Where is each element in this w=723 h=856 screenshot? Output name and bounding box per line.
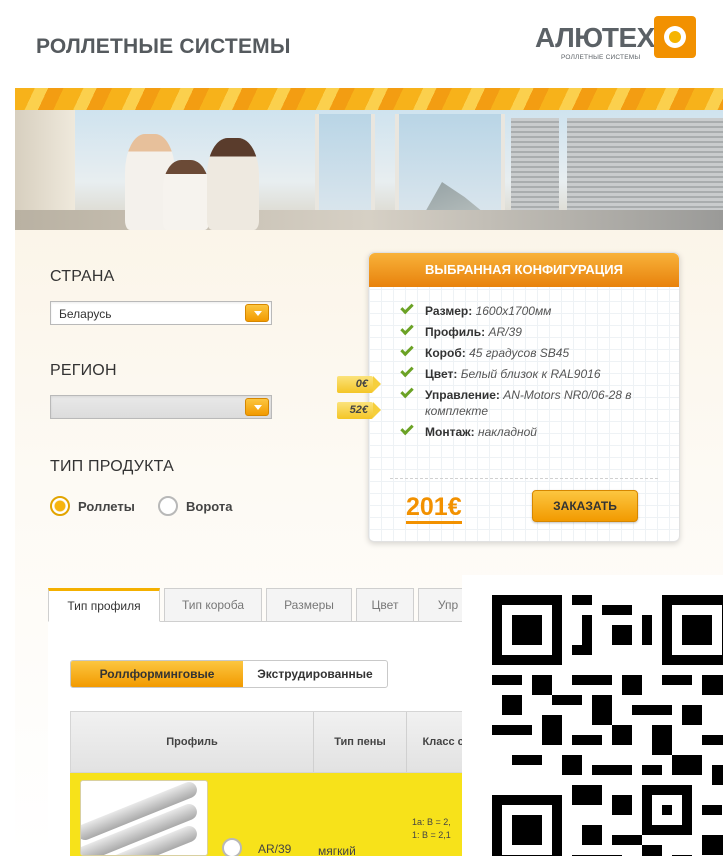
region-label: РЕГИОН (50, 362, 117, 379)
profile-type-switch: Роллформинговые Экструдированные (70, 660, 388, 688)
logo-text: АЛЮТЕХ (535, 22, 655, 53)
price-tag-control: 52€ (337, 402, 381, 419)
config-item: Короб: 45 градусов SB45 (399, 342, 669, 361)
tab-sizes[interactable]: Размеры (266, 588, 352, 622)
tab-profile-type[interactable]: Тип профиля (48, 588, 160, 622)
foam-type: мягкий (318, 844, 356, 856)
product-type-label: ТИП ПРОДУКТА (50, 458, 174, 475)
extruded-button[interactable]: Экструдированные (243, 661, 387, 687)
check-icon (400, 300, 414, 315)
config-divider (390, 478, 658, 479)
radio-rollers-label[interactable]: Роллеты (78, 499, 135, 514)
check-icon (400, 421, 414, 436)
configuration-list: Размер: 1600x1700мм Профиль: AR/39 Короб… (399, 300, 669, 445)
column-header-foam: Тип пены (314, 712, 407, 772)
people-illustration (115, 124, 295, 230)
price-tag-color: 0€ (337, 376, 381, 393)
column-header-profile: Профиль (71, 712, 314, 772)
config-item: Монтаж: накладной (399, 421, 669, 440)
config-item: Цвет: Белый близок к RAL9016 (399, 363, 669, 382)
logo-icon (654, 16, 696, 58)
page-title: РОЛЛЕТНЫЕ СИСТЕМЫ (36, 35, 291, 58)
profile-image (80, 780, 208, 856)
radio-gates-label[interactable]: Ворота (186, 499, 232, 514)
region-select[interactable] (50, 395, 272, 419)
check-icon (400, 363, 414, 378)
class-line: 1: B = 2,1 (412, 830, 451, 840)
profile-name: AR/39 (258, 842, 292, 856)
config-item: Размер: 1600x1700мм (399, 300, 669, 319)
config-item: Профиль: AR/39 (399, 321, 669, 340)
config-item: Управление: AN-Motors NR0/06-28 в компле… (399, 384, 669, 419)
radio-rollers[interactable] (50, 496, 70, 516)
check-icon (400, 384, 414, 399)
total-price: 201€ (406, 493, 462, 524)
class-line: 1a: B = 2, (412, 817, 451, 827)
check-icon (400, 342, 414, 357)
country-select[interactable]: Беларусь (50, 301, 272, 325)
decorative-stripe (15, 88, 723, 110)
logo-subtitle: РОЛЛЕТНЫЕ СИСТЕМЫ (561, 54, 641, 61)
chevron-down-icon[interactable] (245, 398, 269, 416)
country-label: СТРАНА (50, 268, 115, 285)
chevron-down-icon[interactable] (245, 304, 269, 322)
tab-box-type[interactable]: Тип короба (164, 588, 262, 622)
header: РОЛЛЕТНЫЕ СИСТЕМЫ АЛЮТЕХ РОЛЛЕТНЫЕ СИСТЕ… (0, 0, 723, 88)
qr-code (462, 575, 723, 856)
profile-radio[interactable] (222, 838, 242, 856)
logo[interactable]: АЛЮТЕХ РОЛЛЕТНЫЕ СИСТЕМЫ (535, 16, 715, 66)
order-button[interactable]: ЗАКАЗАТЬ (532, 490, 638, 522)
country-select-value: Беларусь (59, 307, 112, 321)
check-icon (400, 321, 414, 336)
hero-banner-image (15, 110, 723, 230)
configuration-header: ВЫБРАННАЯ КОНФИГУРАЦИЯ (369, 253, 679, 287)
qr-code-graphic (492, 595, 723, 856)
configuration-title: ВЫБРАННАЯ КОНФИГУРАЦИЯ (425, 262, 623, 277)
tab-color[interactable]: Цвет (356, 588, 414, 622)
rollforming-button[interactable]: Роллформинговые (71, 661, 243, 687)
radio-gates[interactable] (158, 496, 178, 516)
